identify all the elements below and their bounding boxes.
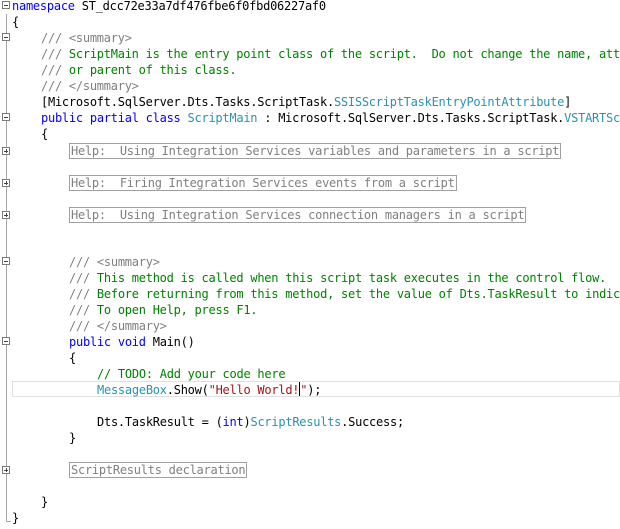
class-name: ScriptMain: [187, 111, 258, 125]
line-messagebox[interactable]: MessageBox.Show("Hello World!");: [0, 382, 620, 398]
line-method-summary-open: /// <summary>: [0, 254, 620, 270]
line-class-doc-1: /// ScriptMain is the entry point class …: [0, 46, 620, 62]
line-attribute: [Microsoft.SqlServer.Dts.Tasks.ScriptTas…: [0, 94, 620, 110]
fold-minus-icon[interactable]: [2, 113, 10, 121]
attribute-type: SSISScriptTaskEntryPointAttribute: [333, 95, 565, 109]
partial-keyword: partial: [89, 111, 139, 125]
doc-slashes: ///: [69, 255, 97, 269]
code-editor[interactable]: namespace ST_dcc72e33a7df476fbe6f0fbd062…: [0, 0, 620, 529]
base-type: VSTARTScriptObjectModelBase: [564, 111, 620, 125]
line-method-doc-1: /// This method is called when this scri…: [0, 270, 620, 286]
void-keyword: void: [117, 335, 146, 349]
class-close-brace: }: [41, 495, 48, 509]
attribute-close: ]: [564, 95, 572, 109]
line-method-doc-3: /// To open Help, press F1.: [0, 302, 620, 318]
doc-comment: Before returning from this method, set t…: [96, 287, 620, 301]
task-result-assign: Dts.TaskResult = (: [97, 415, 223, 429]
line-task-result: Dts.TaskResult = (int)ScriptResults.Succ…: [0, 414, 620, 430]
doc-slashes: ///: [69, 319, 97, 333]
namespace-keyword: namespace: [12, 0, 75, 13]
method-close-brace: }: [69, 431, 76, 445]
line-namespace-close: }: [0, 510, 620, 526]
line-todo-comment: // TODO: Add your code here: [0, 366, 620, 382]
namespace-open-brace: {: [12, 15, 19, 29]
line-namespace-open: {: [0, 14, 620, 30]
todo-comment: // TODO: Add your code here: [97, 367, 286, 381]
summary-tag: <summary>: [96, 255, 160, 269]
line-main-signature: public void Main(): [0, 334, 620, 350]
doc-slashes: ///: [41, 31, 69, 45]
method-open-brace: {: [69, 351, 76, 365]
fold-plus-icon[interactable]: [2, 211, 10, 219]
line-class-doc-2: /// or parent of this class.: [0, 62, 620, 78]
namespace-name: ST_dcc72e33a7df476fbe6f0fbd06227af0: [74, 0, 326, 13]
base-namespace: : Microsoft.SqlServer.Dts.Tasks.ScriptTa…: [257, 111, 565, 125]
doc-slashes: ///: [69, 303, 97, 317]
call-end: );: [307, 383, 322, 397]
line-class-summary-open: /// <summary>: [0, 30, 620, 46]
doc-slashes: ///: [69, 271, 97, 285]
collapsed-region-help-connections[interactable]: Help: Using Integration Services connect…: [69, 207, 527, 223]
show-call: .Show(: [166, 383, 209, 397]
namespace-close-brace: }: [12, 511, 19, 525]
summary-tag: <summary>: [68, 31, 132, 45]
line-help-connections: Help: Using Integration Services connect…: [0, 207, 620, 224]
line-method-summary-close: /// </summary>: [0, 318, 620, 334]
doc-comment: This method is called when this script t…: [96, 271, 607, 285]
collapsed-region-help-events[interactable]: Help: Firing Integration Services events…: [69, 175, 457, 191]
line-main-close: }: [0, 430, 620, 446]
fold-plus-icon[interactable]: [2, 147, 10, 155]
public-keyword: public: [41, 111, 83, 125]
fold-minus-icon[interactable]: [2, 33, 10, 41]
doc-slashes: ///: [41, 79, 69, 93]
fold-plus-icon[interactable]: [2, 466, 10, 474]
line-class-close: }: [0, 494, 620, 510]
success-member: .Success;: [341, 415, 404, 429]
fold-plus-icon[interactable]: [2, 179, 10, 187]
doc-slashes: ///: [69, 287, 97, 301]
line-main-open: {: [0, 350, 620, 366]
doc-slashes: ///: [41, 47, 69, 61]
line-script-results-decl: ScriptResults declaration: [0, 462, 620, 479]
line-class-open: {: [0, 126, 620, 142]
public-keyword: public: [69, 335, 111, 349]
summary-close-tag: </summary>: [96, 319, 167, 333]
class-keyword: class: [145, 111, 181, 125]
attribute-namespace: [Microsoft.SqlServer.Dts.Tasks.ScriptTas…: [41, 95, 334, 109]
string-literal: "Hello World!: [208, 383, 300, 397]
doc-comment: or parent of this class.: [68, 63, 237, 77]
fold-minus-icon[interactable]: [2, 257, 10, 265]
line-method-doc-2: /// Before returning from this method, s…: [0, 286, 620, 302]
int-keyword: int: [222, 415, 244, 429]
script-results-type: ScriptResults: [250, 415, 342, 429]
line-class-summary-close: /// </summary>: [0, 78, 620, 94]
doc-comment: To open Help, press F1.: [96, 303, 258, 317]
line-class-declaration: public partial class ScriptMain : Micros…: [0, 110, 620, 126]
collapsed-region-script-results[interactable]: ScriptResults declaration: [69, 462, 248, 478]
line-help-events: Help: Firing Integration Services events…: [0, 175, 620, 192]
doc-comment: ScriptMain is the entry point class of t…: [68, 47, 620, 61]
class-open-brace: {: [41, 127, 48, 141]
method-name: Main(): [145, 335, 195, 349]
doc-slashes: ///: [41, 63, 69, 77]
messagebox-type: MessageBox: [97, 383, 167, 397]
summary-close-tag: </summary>: [68, 79, 139, 93]
fold-minus-icon[interactable]: [2, 337, 10, 345]
line-namespace: namespace ST_dcc72e33a7df476fbe6f0fbd062…: [0, 0, 620, 14]
line-help-variables: Help: Using Integration Services variabl…: [0, 143, 620, 160]
fold-minus-icon[interactable]: [2, 1, 10, 9]
collapsed-region-help-variables[interactable]: Help: Using Integration Services variabl…: [69, 143, 562, 159]
